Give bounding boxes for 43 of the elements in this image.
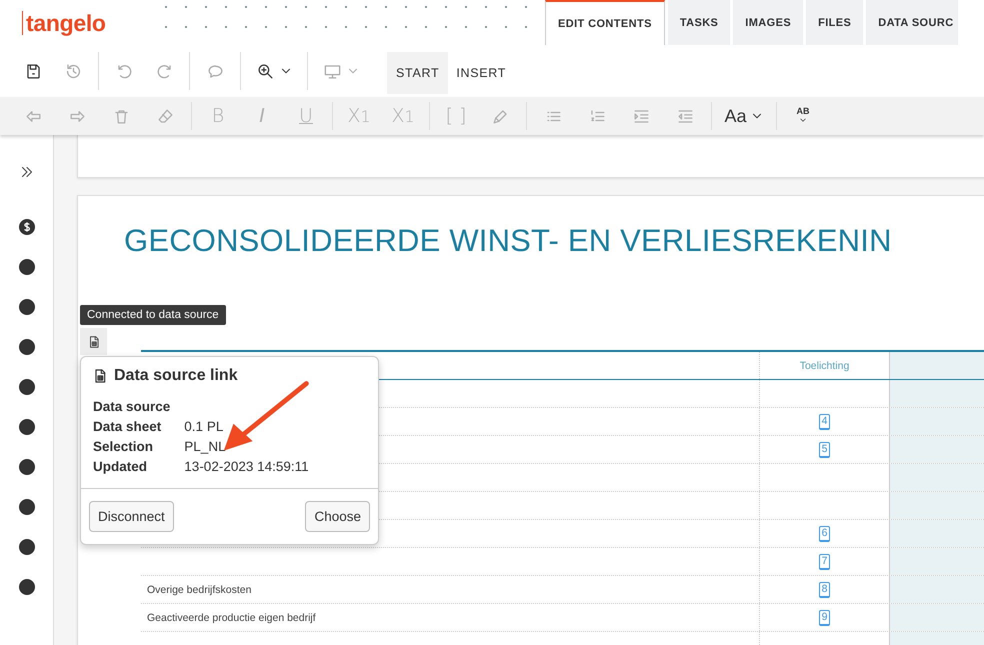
table-cell: Geactiveerde productie eigen bedrijf (147, 612, 316, 624)
popover-button[interactable]: Disconnect (89, 501, 174, 532)
page-marker-icon[interactable] (18, 299, 34, 315)
page-marker-icon[interactable] (18, 259, 34, 275)
spellcheck-button[interactable]: AB (781, 99, 825, 133)
popover-title: Data source link (114, 367, 238, 385)
note-link[interactable]: 8 (818, 582, 830, 598)
tab[interactable]: FILES (806, 0, 864, 45)
field-label: Data source (93, 399, 170, 414)
note-link[interactable]: 4 (818, 414, 830, 430)
field-value: PL_NL (184, 439, 227, 454)
logo: tangelo (22, 10, 106, 34)
page-marker-icon[interactable] (18, 339, 34, 355)
tab[interactable]: TASKS (668, 0, 730, 45)
note-link[interactable]: 6 (818, 526, 830, 542)
note-link[interactable]: 7 (818, 554, 830, 570)
dollar-icon[interactable] (18, 219, 34, 235)
page-marker-icon[interactable] (18, 379, 34, 395)
ribbon-tab[interactable]: INSERT (448, 52, 514, 94)
eraser-icon (156, 106, 174, 126)
page-marker-icon[interactable] (18, 419, 34, 435)
font-size-dropdown[interactable]: Aa (716, 99, 772, 133)
tab[interactable]: IMAGES (733, 0, 804, 45)
data-source-button[interactable] (80, 328, 107, 355)
table-cell: Overige bedrijfskosten (147, 584, 252, 596)
field-value: 13-02-2023 14:59:11 (184, 459, 310, 474)
zoom-in-icon (256, 62, 274, 80)
page-marker-icon[interactable] (18, 539, 34, 555)
tab[interactable]: DATA SOURC (866, 0, 958, 45)
field-label: Data sheet (93, 419, 162, 434)
document-title: GECONSOLIDEERDE WINST- EN VERLIESREKENIN (124, 222, 893, 260)
page-marker-icon[interactable] (18, 499, 34, 515)
tooltip: Connected to data source (80, 305, 226, 325)
note-link[interactable]: 5 (818, 442, 830, 458)
tab[interactable]: EDIT CONTENTS (545, 0, 665, 45)
field-value: 0.1 PL (184, 419, 224, 434)
field-label: Updated (93, 459, 148, 474)
popover-button[interactable]: Choose (305, 501, 370, 532)
field-label: Selection (93, 439, 154, 454)
page-marker-icon[interactable] (18, 579, 34, 595)
ribbon-tab[interactable]: START (387, 52, 448, 94)
note-link[interactable]: 9 (818, 610, 830, 626)
page-marker-icon[interactable] (18, 459, 34, 475)
